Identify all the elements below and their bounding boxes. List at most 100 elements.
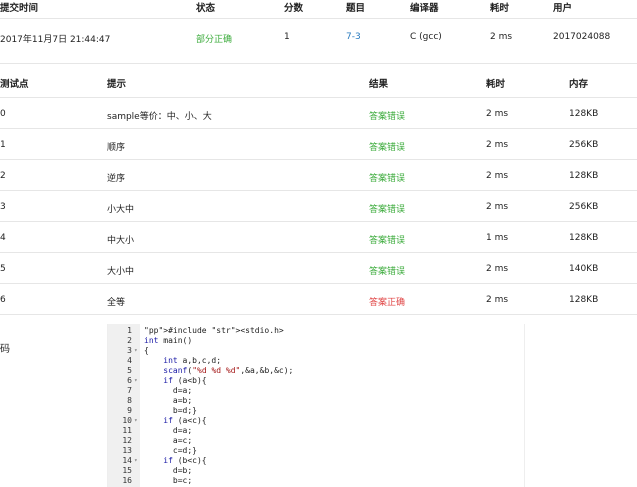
test-id: 0 [0, 109, 6, 119]
code-text: a=b; [144, 396, 193, 405]
test-memory: 128KB [569, 295, 599, 305]
code-line: 5 scanf("%d %d %d",&a,&b,&c); [108, 366, 524, 376]
test-memory: 128KB [569, 233, 599, 243]
row-divider [0, 190, 637, 191]
fold-toggle-icon[interactable]: ▾ [134, 346, 138, 356]
code-line: 16 b=c; [108, 476, 524, 486]
header-submit-time: 提交时间 [0, 3, 39, 14]
fold-toggle-icon[interactable]: ▾ [134, 456, 138, 466]
user-value: 2017024088 [553, 32, 611, 42]
test-result: 答案正确 [369, 298, 406, 308]
code-line: 1 "pp">#include "str"><stdio.h> [108, 326, 524, 336]
test-id: 6 [0, 295, 6, 305]
test-duration: 2 ms [486, 140, 509, 150]
test-id: 2 [0, 171, 6, 181]
code-line: 14 ▾ if (b<c){ [108, 456, 524, 466]
header-test-id: 测试点 [0, 79, 29, 90]
test-duration: 1 ms [486, 233, 509, 243]
fold-toggle-icon[interactable]: ▾ [134, 416, 138, 426]
line-number: 3 [127, 346, 132, 355]
line-number: 6 [127, 376, 132, 385]
test-result: 答案错误 [369, 112, 406, 122]
line-number: 7 [127, 386, 132, 395]
code-line: 15 d=b; [108, 466, 524, 476]
divider [0, 63, 637, 64]
code-line: 3 ▾ { [108, 346, 524, 356]
header-score: 分数 [284, 3, 304, 14]
header-duration: 耗时 [490, 3, 510, 14]
row-divider [0, 128, 637, 129]
test-duration: 2 ms [486, 264, 509, 274]
line-number: 15 [122, 466, 132, 475]
test-result: 答案错误 [369, 236, 406, 246]
code-text: c=d;} [144, 446, 197, 455]
code-text: b=d;} [144, 406, 197, 415]
test-id: 3 [0, 202, 6, 212]
test-result: 答案错误 [369, 143, 406, 153]
line-number: 12 [122, 436, 132, 445]
code-text: { [144, 346, 149, 355]
code-text: if (a<c){ [163, 416, 207, 425]
test-hint: 中大小 [107, 236, 135, 246]
header-user: 用户 [553, 3, 573, 14]
row-divider [0, 97, 637, 98]
code-viewer[interactable]: 1 "pp">#include "str"><stdio.h> 2 int main(… [107, 324, 525, 487]
test-hint: 逆序 [107, 174, 126, 184]
code-text: d=b; [144, 466, 193, 475]
code-line: 10 ▾ if (a<c){ [108, 416, 524, 426]
line-number: 13 [122, 446, 132, 455]
code-line: 9 b=d;} [108, 406, 524, 416]
header-problem: 题目 [346, 3, 366, 14]
code-text: d=a; [144, 386, 193, 395]
test-result: 答案错误 [369, 267, 406, 277]
test-memory: 128KB [569, 171, 599, 181]
compiler-value: C (gcc) [410, 32, 442, 42]
code-line: 8 a=b; [108, 396, 524, 406]
line-number: 11 [122, 426, 132, 435]
code-line: 11 d=a; [108, 426, 524, 436]
test-result: 答案错误 [369, 174, 406, 184]
test-id: 1 [0, 140, 6, 150]
code-label: 码 [0, 344, 10, 355]
submit-time-value: 2017年11月7日 21:44:47 [0, 35, 111, 45]
test-hint: 全等 [107, 298, 126, 308]
test-hint: 大小中 [107, 267, 135, 277]
code-line: 6 ▾ if (a<b){ [108, 376, 524, 386]
test-duration: 2 ms [486, 202, 509, 212]
line-number: 10 [122, 416, 132, 425]
line-number: 14 [122, 456, 132, 465]
problem-link[interactable]: 7-3 [346, 32, 361, 42]
fold-toggle-icon[interactable]: ▾ [134, 376, 138, 386]
test-duration: 2 ms [486, 171, 509, 181]
test-memory: 256KB [569, 202, 599, 212]
code-text: d=a; [144, 426, 193, 435]
test-result: 答案错误 [369, 205, 406, 215]
test-duration: 2 ms [486, 109, 509, 119]
test-memory: 128KB [569, 109, 599, 119]
header-status: 状态 [196, 3, 216, 14]
line-number: 5 [127, 366, 132, 375]
code-line: 12 a=c; [108, 436, 524, 446]
line-number: 2 [127, 336, 132, 345]
code-text: b=c; [144, 476, 193, 485]
header-test-duration: 耗时 [486, 79, 506, 90]
test-duration: 2 ms [486, 295, 509, 305]
code-text: if (a<b){ [163, 376, 207, 385]
score-value: 1 [284, 32, 290, 42]
divider [0, 18, 637, 19]
status-badge: 部分正确 [196, 35, 233, 45]
row-divider [0, 283, 637, 284]
code-line: 7 d=a; [108, 386, 524, 396]
code-line: 2 int main() [108, 336, 524, 346]
row-divider [0, 221, 637, 222]
header-result: 结果 [369, 79, 389, 90]
duration-value: 2 ms [490, 32, 513, 42]
code-text: if (b<c){ [163, 456, 207, 465]
test-memory: 140KB [569, 264, 599, 274]
line-number: 4 [127, 356, 132, 365]
test-hint: 顺序 [107, 143, 126, 153]
row-divider [0, 252, 637, 253]
line-number: 8 [127, 396, 132, 405]
test-hint: 小大中 [107, 205, 135, 215]
test-memory: 256KB [569, 140, 599, 150]
